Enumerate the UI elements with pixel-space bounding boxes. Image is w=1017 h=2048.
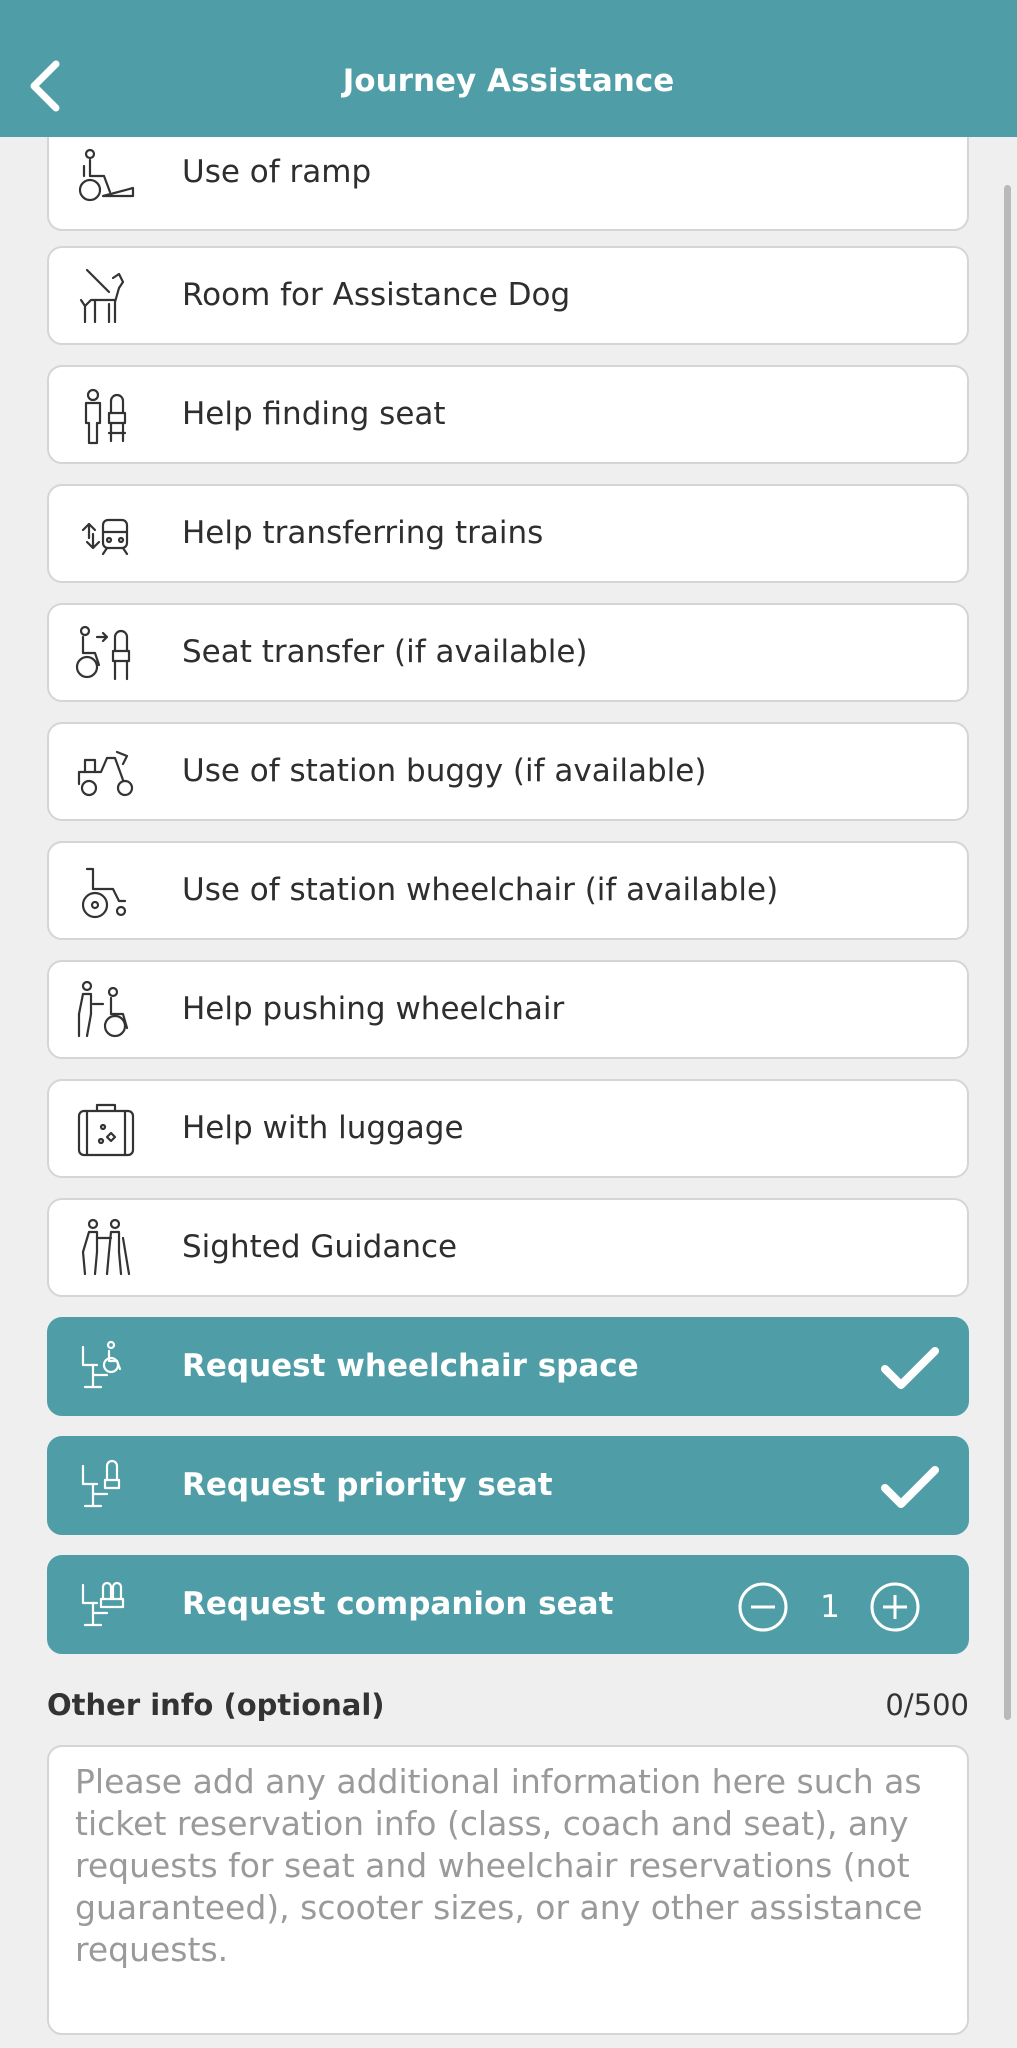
option-pushing-wheelchair[interactable]: Help pushing wheelchair	[47, 960, 969, 1059]
request-label: Request wheelchair space	[182, 1348, 639, 1384]
priority-seat-icon	[73, 1454, 139, 1520]
finding-seat-icon	[73, 383, 139, 449]
option-label: Seat transfer (if available)	[182, 634, 588, 670]
companion-seat-icon	[73, 1573, 139, 1639]
option-label: Use of ramp	[182, 154, 372, 190]
seat-transfer-icon	[73, 621, 139, 687]
character-counter: 0/500	[885, 1688, 969, 1722]
checkmark-icon	[881, 1466, 939, 1510]
request-companion-seat[interactable]: Request companion seat 1	[47, 1555, 969, 1654]
sighted-guidance-icon	[73, 1216, 139, 1282]
transfer-trains-icon	[73, 502, 139, 568]
luggage-icon	[73, 1097, 139, 1163]
option-label: Use of station buggy (if available)	[182, 753, 707, 789]
request-label: Request companion seat	[182, 1586, 614, 1622]
minus-icon	[738, 1582, 788, 1632]
request-label: Request priority seat	[182, 1467, 553, 1503]
option-assistance-dog[interactable]: Room for Assistance Dog	[47, 246, 969, 345]
plus-button[interactable]	[869, 1581, 921, 1633]
minus-button[interactable]	[737, 1581, 789, 1633]
ramp-icon	[73, 146, 139, 212]
companion-seat-count: 1	[820, 1589, 840, 1625]
page-title: Journey Assistance	[342, 63, 675, 99]
option-label: Room for Assistance Dog	[182, 277, 571, 313]
other-info-label: Other info (optional)	[47, 1688, 385, 1722]
companion-seat-stepper: 1	[737, 1579, 923, 1635]
app-header: Journey Assistance	[0, 0, 1017, 137]
request-wheelchair-space[interactable]: Request wheelchair space	[47, 1317, 969, 1416]
station-buggy-icon	[73, 740, 139, 806]
option-finding-seat[interactable]: Help finding seat	[47, 365, 969, 464]
option-label: Use of station wheelchair (if available)	[182, 872, 779, 908]
wheelchair-space-icon	[73, 1335, 139, 1401]
option-label: Sighted Guidance	[182, 1229, 458, 1265]
option-label: Help finding seat	[182, 396, 446, 432]
option-station-buggy[interactable]: Use of station buggy (if available)	[47, 722, 969, 821]
option-label: Help with luggage	[182, 1110, 464, 1146]
assistance-dog-icon	[73, 264, 139, 330]
option-label: Help transferring trains	[182, 515, 544, 551]
option-luggage[interactable]: Help with luggage	[47, 1079, 969, 1178]
scrollbar[interactable]	[1004, 185, 1011, 1720]
option-station-wheelchair[interactable]: Use of station wheelchair (if available)	[47, 841, 969, 940]
plus-icon	[870, 1582, 920, 1632]
request-priority-seat[interactable]: Request priority seat	[47, 1436, 969, 1535]
option-sighted-guidance[interactable]: Sighted Guidance	[47, 1198, 969, 1297]
option-use-of-ramp[interactable]: Use of ramp	[47, 131, 969, 231]
option-seat-transfer[interactable]: Seat transfer (if available)	[47, 603, 969, 702]
option-transfer-trains[interactable]: Help transferring trains	[47, 484, 969, 583]
pushing-wheelchair-icon	[73, 978, 139, 1044]
checkmark-icon	[881, 1347, 939, 1391]
station-wheelchair-icon	[73, 859, 139, 925]
option-label: Help pushing wheelchair	[182, 991, 565, 1027]
other-info-textarea[interactable]: Please add any additional information he…	[47, 1745, 969, 2035]
